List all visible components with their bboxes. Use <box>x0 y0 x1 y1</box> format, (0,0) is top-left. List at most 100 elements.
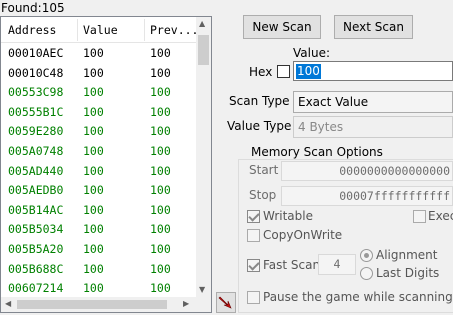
cell-value: 100 <box>83 85 104 100</box>
table-row[interactable]: 00010C48 100 100 <box>1 63 197 83</box>
hex-label: Hex <box>249 65 273 79</box>
copyonwrite-checkbox[interactable] <box>247 229 260 242</box>
memory-scan-options-title: Memory Scan Options <box>248 145 386 159</box>
cell-value: 100 <box>83 261 104 276</box>
cell-value: 100 <box>83 222 104 237</box>
hex-checkbox[interactable] <box>277 65 290 78</box>
value-input[interactable]: 100 <box>293 61 453 81</box>
cell-prev: 100 <box>150 104 171 119</box>
results-header: Address Value Prev... <box>1 17 198 43</box>
table-row[interactable]: 005B5A20 100 100 <box>1 239 197 259</box>
table-row[interactable]: 00555B1C 100 100 <box>1 102 197 122</box>
table-row[interactable]: 00607214 100 100 <box>1 278 197 298</box>
cell-address: 00607214 <box>8 281 64 296</box>
scroll-right-icon[interactable]: ▶ <box>183 299 189 309</box>
cell-value: 100 <box>83 183 104 198</box>
cell-prev: 100 <box>150 281 171 296</box>
pause-game-checkbox[interactable] <box>247 291 260 304</box>
cell-prev: 100 <box>150 85 171 100</box>
table-row[interactable]: 0059E280 100 100 <box>1 121 197 141</box>
column-value[interactable]: Value <box>83 23 118 37</box>
copyonwrite-label: CopyOnWrite <box>263 228 343 242</box>
table-row[interactable]: 00010AEC 100 100 <box>1 43 197 63</box>
table-row[interactable]: 005B14AC 100 100 <box>1 200 197 220</box>
table-row[interactable]: 005AEDB0 100 100 <box>1 180 197 200</box>
table-row[interactable]: 005A0748 100 100 <box>1 141 197 161</box>
scroll-corner <box>196 297 211 312</box>
value-input-text: 100 <box>296 64 321 79</box>
scan-type-select[interactable]: Exact Value <box>293 91 453 113</box>
cell-address: 00555B1C <box>8 104 64 119</box>
cell-value: 100 <box>83 143 104 158</box>
horizontal-scroll-thumb[interactable] <box>17 300 167 309</box>
table-row[interactable]: 005AD440 100 100 <box>1 161 197 181</box>
scroll-left-icon[interactable]: ◀ <box>5 299 11 309</box>
cell-prev: 100 <box>150 163 171 178</box>
cell-value: 100 <box>83 46 104 60</box>
cell-value: 100 <box>83 202 104 217</box>
table-row[interactable]: 00553C98 100 100 <box>1 82 197 102</box>
vertical-scroll-thumb[interactable] <box>198 35 209 65</box>
cell-value: 100 <box>83 65 104 80</box>
last-digits-radio[interactable] <box>360 267 373 280</box>
cell-address: 005B5A20 <box>8 241 64 256</box>
results-rows: 00010AEC 100 100 00010C48 100 100 00553C98 100 1… <box>1 43 197 299</box>
stop-address-field[interactable]: 00007fffffffffff <box>281 186 453 206</box>
writable-label: Writable <box>263 209 313 223</box>
cell-value: 100 <box>83 281 104 296</box>
start-address-field[interactable]: 0000000000000000 <box>281 161 453 181</box>
executable-checkbox[interactable] <box>413 210 426 223</box>
table-row[interactable]: 005B5034 100 100 <box>1 219 197 239</box>
results-list[interactable]: Address Value Prev... 00010AEC 100 100 0001… <box>0 16 212 313</box>
cell-prev: 100 <box>150 143 171 158</box>
value-type-label: Value Type <box>227 119 292 133</box>
cell-prev: 100 <box>150 261 171 276</box>
cell-address: 0059E280 <box>8 124 64 139</box>
cell-value: 100 <box>83 104 104 119</box>
add-to-addresslist-button[interactable] <box>216 292 236 313</box>
red-arrow-icon <box>218 296 232 309</box>
new-scan-button[interactable]: New Scan <box>243 15 321 39</box>
cell-address: 005AD440 <box>8 163 64 178</box>
vertical-scrollbar[interactable]: ▲ ▼ <box>196 17 211 298</box>
cell-value: 100 <box>83 124 104 139</box>
cell-address: 005A0748 <box>8 143 64 158</box>
found-count: Found:105 <box>1 1 65 15</box>
horizontal-scrollbar[interactable]: ◀ ▶ <box>1 297 197 312</box>
value-type-select[interactable]: 4 Bytes <box>293 116 453 138</box>
stop-label: Stop <box>249 188 277 202</box>
alignment-label: Alignment <box>376 248 438 262</box>
table-row[interactable]: 005B688C 100 100 <box>1 259 197 279</box>
column-previous[interactable]: Prev... <box>150 23 198 37</box>
cell-prev: 100 <box>150 46 171 60</box>
cell-prev: 100 <box>150 202 171 217</box>
cell-address: 005AEDB0 <box>8 183 64 198</box>
writable-checkbox[interactable] <box>247 210 260 223</box>
scroll-down-icon[interactable]: ▼ <box>199 285 205 295</box>
fast-scan-checkbox[interactable] <box>247 259 260 272</box>
alignment-radio[interactable] <box>360 249 373 262</box>
cell-value: 100 <box>83 241 104 256</box>
cell-address: 005B688C <box>8 261 64 276</box>
scroll-up-icon[interactable]: ▲ <box>199 19 205 29</box>
column-address[interactable]: Address <box>8 23 56 37</box>
cell-address: 00553C98 <box>8 85 64 100</box>
cell-prev: 100 <box>150 222 171 237</box>
cell-prev: 100 <box>150 124 171 139</box>
cell-address: 005B5034 <box>8 222 64 237</box>
value-label: Value: <box>293 46 330 60</box>
cell-address: 005B14AC <box>8 202 64 217</box>
pause-game-label: Pause the game while scanning <box>263 290 453 304</box>
scan-type-label: Scan Type <box>229 94 290 108</box>
fast-scan-alignment-input[interactable]: 4 <box>318 254 356 275</box>
cell-value: 100 <box>83 163 104 178</box>
cell-prev: 100 <box>150 183 171 198</box>
executable-label: Execu <box>428 209 453 223</box>
start-label: Start <box>249 163 279 177</box>
last-digits-label: Last Digits <box>376 266 440 280</box>
cell-address: 00010C48 <box>8 65 64 80</box>
fast-scan-label: Fast Scan <box>263 258 321 272</box>
next-scan-button[interactable]: Next Scan <box>334 15 413 39</box>
cell-address: 00010AEC <box>8 46 64 60</box>
cell-prev: 100 <box>150 241 171 256</box>
